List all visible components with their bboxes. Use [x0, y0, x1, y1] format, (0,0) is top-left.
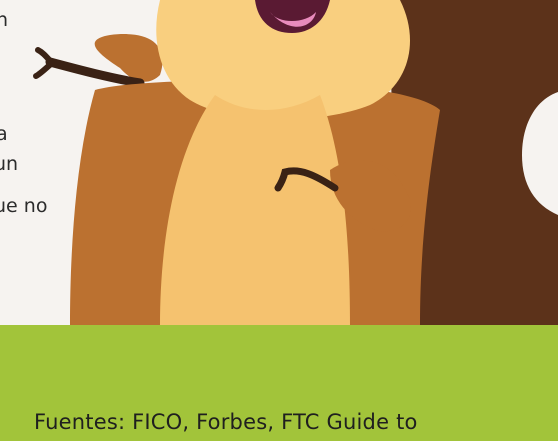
- text-fragment-1: n: [0, 9, 9, 31]
- sources-text: Fuentes: FICO, Forbes, FTC Guide to: [34, 410, 418, 434]
- footer-band: Fuentes: FICO, Forbes, FTC Guide to: [0, 325, 558, 441]
- stick-branch-2: [33, 60, 55, 79]
- groundhog-illustration: [33, 0, 558, 325]
- text-fragment-3: un: [0, 153, 19, 175]
- text-fragment-4: ue no: [0, 195, 48, 217]
- text-fragment-2: a: [0, 123, 8, 145]
